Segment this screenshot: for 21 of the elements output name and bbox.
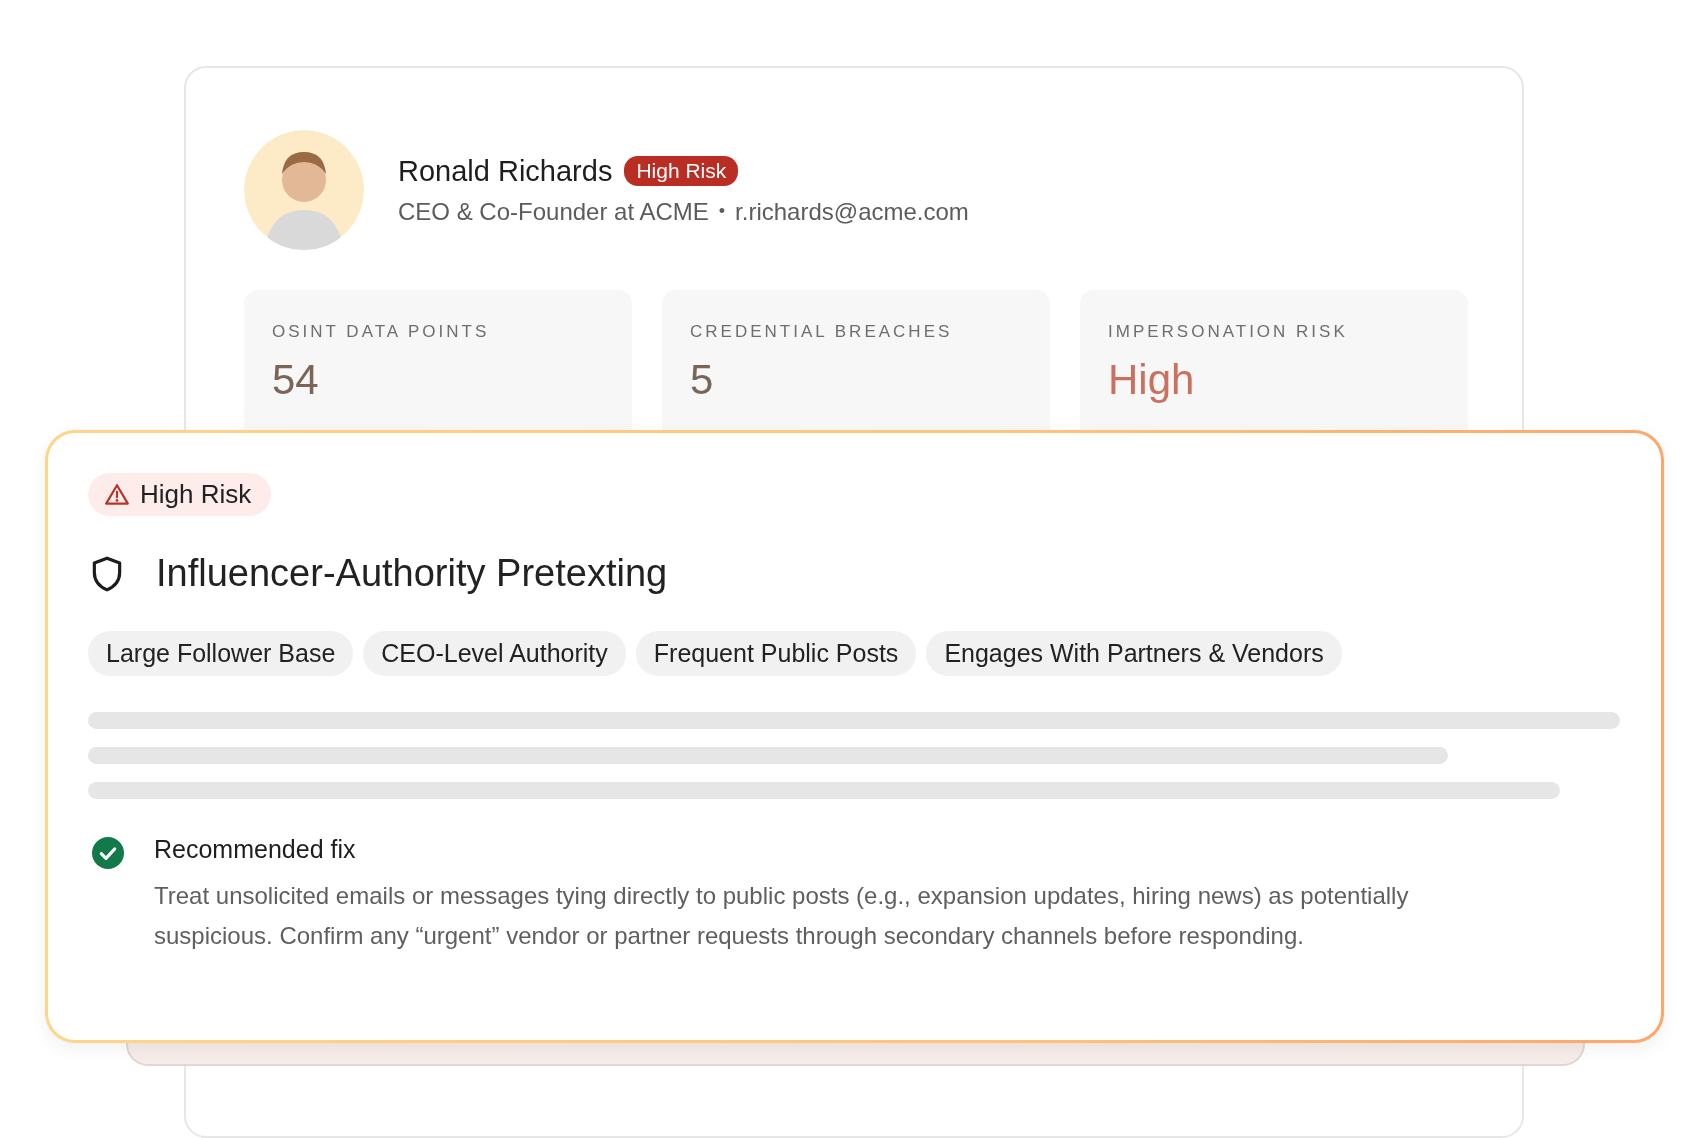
risk-badge: High Risk	[88, 473, 272, 516]
stat-label: IMPERSONATION RISK	[1108, 322, 1349, 342]
person-name: Ronald Richards	[398, 154, 613, 188]
tag: CEO-Level Authority	[363, 631, 626, 676]
finding-title: Influencer-Authority Pretexting	[156, 552, 668, 595]
stat-value: High	[1108, 356, 1196, 404]
email-address: r.richards@acme.com	[735, 197, 969, 226]
tag: Engages With Partners & Vendors	[926, 631, 1342, 676]
stat-label: CREDENTIAL BREACHES	[690, 322, 954, 342]
stat-value: 5	[690, 356, 715, 404]
job-title: CEO & Co-Founder at ACME	[398, 197, 709, 226]
separator: •	[718, 201, 726, 222]
check-circle-icon	[92, 837, 124, 869]
stat-value: 54	[272, 356, 320, 404]
fix-heading: Recommended fix	[154, 835, 357, 864]
fix-description: Treat unsolicited emails or messages tying directly to public posts (e.g., expansion updates, hiring news) as potentially suspicious. Confirm any “urgent” vendor or partner requests through secondary channels before responding.	[154, 881, 1410, 951]
warning-icon	[104, 481, 130, 508]
risk-badge: High Risk	[624, 156, 739, 186]
tag: Large Follower Base	[88, 631, 354, 676]
tag: Frequent Public Posts	[635, 631, 917, 676]
stat-label: OSINT DATA POINTS	[272, 322, 491, 342]
